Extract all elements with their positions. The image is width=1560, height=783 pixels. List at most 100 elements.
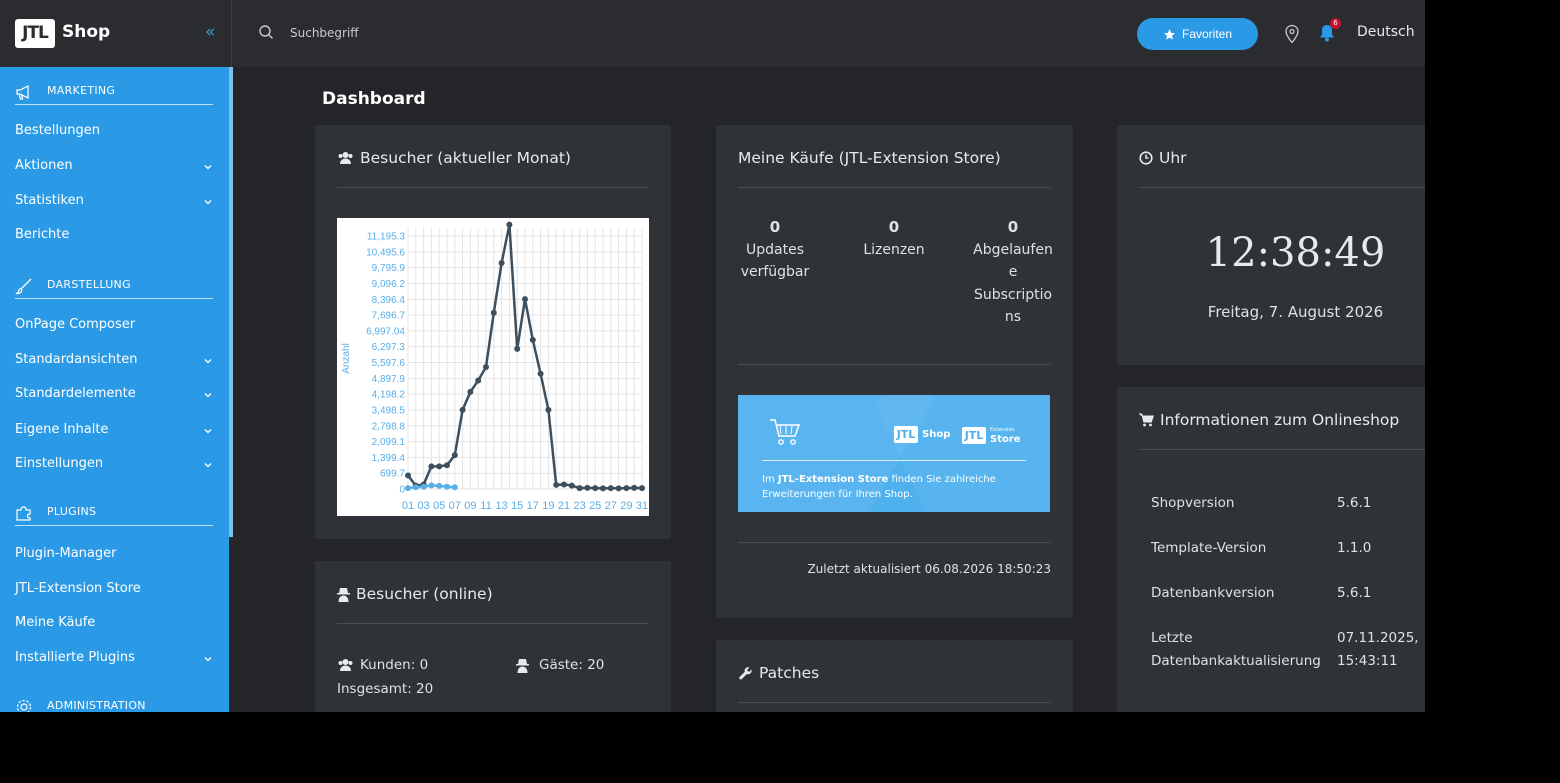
divider: [738, 187, 1051, 188]
y-tick-label: 5,597.6: [372, 358, 406, 369]
data-point: [522, 296, 528, 303]
x-tick-label: 19: [542, 500, 554, 512]
x-tick-label: 31: [636, 500, 648, 512]
data-point: [607, 485, 614, 492]
jtl-store-logo: JTL Extension Store: [962, 426, 1021, 445]
sidebar-item-label: Bestellungen: [15, 123, 100, 138]
divider: [337, 187, 649, 188]
favorites-button[interactable]: Favoriten: [1137, 18, 1258, 50]
shop-logo-text[interactable]: Shop: [62, 22, 110, 42]
x-tick-label: 15: [511, 500, 523, 512]
chevron-down-icon: [204, 657, 212, 662]
collapse-sidebar-icon[interactable]: «: [205, 22, 215, 42]
search-icon: [259, 25, 273, 39]
jtl-logo[interactable]: JTL: [15, 19, 55, 48]
sidebar-item-standardelemente[interactable]: Standardelemente: [15, 386, 213, 406]
sidebar-item-statistiken[interactable]: Statistiken: [15, 193, 213, 213]
banner-text: Im JTL-Extension Store finden Sie zahlre…: [762, 472, 1032, 502]
data-point: [436, 463, 443, 470]
wrench-icon: [739, 666, 752, 679]
chevron-down-icon: [204, 200, 212, 205]
chevron-down-icon: [204, 429, 212, 434]
data-point: [623, 485, 630, 492]
sidebar-scrollbar[interactable]: [229, 67, 233, 537]
stat-expired[interactable]: 0 Abgelaufen e Subscriptio ns: [968, 216, 1058, 329]
clock-icon: [1139, 151, 1153, 165]
puzzle-icon: [16, 506, 31, 521]
jtl-logo-mark: JTL: [962, 426, 986, 444]
stat-label: ns: [1004, 309, 1022, 325]
online-guests: Gäste: 20: [516, 657, 604, 673]
sidebar-item-label: Standardelemente: [15, 386, 136, 401]
data-point: [639, 485, 645, 492]
sidebar-item-standardansichten[interactable]: Standardansichten: [15, 352, 213, 372]
location-pin-icon[interactable]: [1283, 24, 1301, 44]
patches-card: Patches: [716, 640, 1073, 712]
stat-updates[interactable]: 0 Updates verfügbar: [730, 216, 820, 284]
logo-words: Extension Store: [990, 426, 1021, 445]
online-total: Insgesamt: 20: [337, 681, 433, 697]
purchases-card: Meine Käufe (JTL-Extension Store) 0 Upda…: [716, 125, 1073, 618]
divider: [738, 542, 1051, 543]
sidebar-item-bestellungen[interactable]: Bestellungen: [15, 123, 213, 143]
language-selector[interactable]: Deutsch: [1357, 24, 1415, 40]
divider: [1139, 449, 1425, 450]
cart-icon: [1139, 413, 1154, 427]
banner-divider: [762, 460, 1026, 461]
data-point: [514, 345, 521, 352]
y-tick-label: 6,997.04: [366, 326, 405, 337]
sidebar-section-marketing: MARKETING: [15, 83, 213, 105]
top-bar: JTL Shop « Favoriten 6 Deutsch: [0, 0, 1425, 67]
stat-label: Updates: [746, 241, 804, 258]
sidebar-item-extension-store[interactable]: JTL-Extension Store: [15, 581, 213, 601]
cart-icon: [770, 419, 801, 445]
sidebar-item-label: Einstellungen: [15, 456, 104, 471]
divider: [738, 702, 1051, 703]
y-tick-label: 9,096.2: [372, 279, 406, 290]
card-title-text: Meine Käufe (JTL-Extension Store): [738, 149, 1001, 167]
sidebar-item-berichte[interactable]: Berichte: [15, 227, 213, 247]
sidebar-item-aktionen[interactable]: Aktionen: [15, 158, 213, 178]
card-title-text: Informationen zum Onlineshop: [1160, 411, 1400, 429]
sidebar-item-installierte-plugins[interactable]: Installierte Plugins: [15, 650, 213, 670]
data-point: [459, 406, 466, 413]
clock-date: Freitag, 7. August 2026: [1207, 303, 1384, 321]
extension-store-banner[interactable]: JTL Shop JTL Extension Store Im JTL-Exte…: [738, 395, 1050, 512]
visitors-online-card: Besucher (online) Kunden: 0 Gäste: 20 In…: [315, 561, 671, 712]
sidebar-item-label: Eigene Inhalte: [15, 422, 109, 437]
y-tick-label: 9,795.9: [372, 263, 406, 274]
data-point: [600, 485, 606, 492]
sidebar-item-label: Berichte: [15, 227, 70, 242]
sidebar-item-einstellungen[interactable]: Einstellungen: [15, 456, 213, 476]
section-title: ADMINISTRATION: [47, 699, 146, 712]
sidebar-section-administration: ADMINISTRATION: [15, 698, 213, 712]
info-value: 07.11.2025, 15:43:11: [1337, 630, 1419, 669]
x-tick-label: 07: [449, 500, 461, 512]
sidebar-item-onpage-composer[interactable]: OnPage Composer: [15, 317, 213, 337]
divider: [337, 623, 649, 624]
clock-time: 12:38:49: [1205, 230, 1386, 276]
card-title-text: Uhr: [1159, 149, 1187, 167]
data-point: [490, 309, 497, 316]
sidebar-item-label: Standardansichten: [15, 352, 138, 367]
data-point: [498, 260, 505, 267]
sidebar-item-plugin-manager[interactable]: Plugin-Manager: [15, 546, 213, 566]
x-tick-label: 17: [527, 500, 539, 512]
incognito-icon: [516, 658, 529, 673]
x-tick-label: 21: [558, 500, 570, 512]
brush-icon: [15, 278, 32, 295]
search-input[interactable]: [282, 20, 682, 46]
stat-label: e: [1008, 264, 1018, 280]
data-point: [631, 484, 638, 491]
data-point: [405, 472, 411, 479]
x-tick-label: 23: [573, 500, 585, 512]
sidebar-item-eigene-inhalte[interactable]: Eigene Inhalte: [15, 422, 213, 442]
divider: [1139, 187, 1425, 188]
sidebar-item-meine-kaeufe[interactable]: Meine Käufe: [15, 615, 213, 635]
sidebar-section-plugins: PLUGINS: [15, 504, 213, 526]
info-label: Letzte Datenbankaktualisierung: [1151, 630, 1321, 669]
info-value: 5.6.1: [1337, 495, 1372, 511]
data-point: [584, 484, 591, 491]
stat-licenses[interactable]: 0 Lizenzen: [849, 216, 939, 261]
stat-value: 0: [888, 218, 900, 236]
